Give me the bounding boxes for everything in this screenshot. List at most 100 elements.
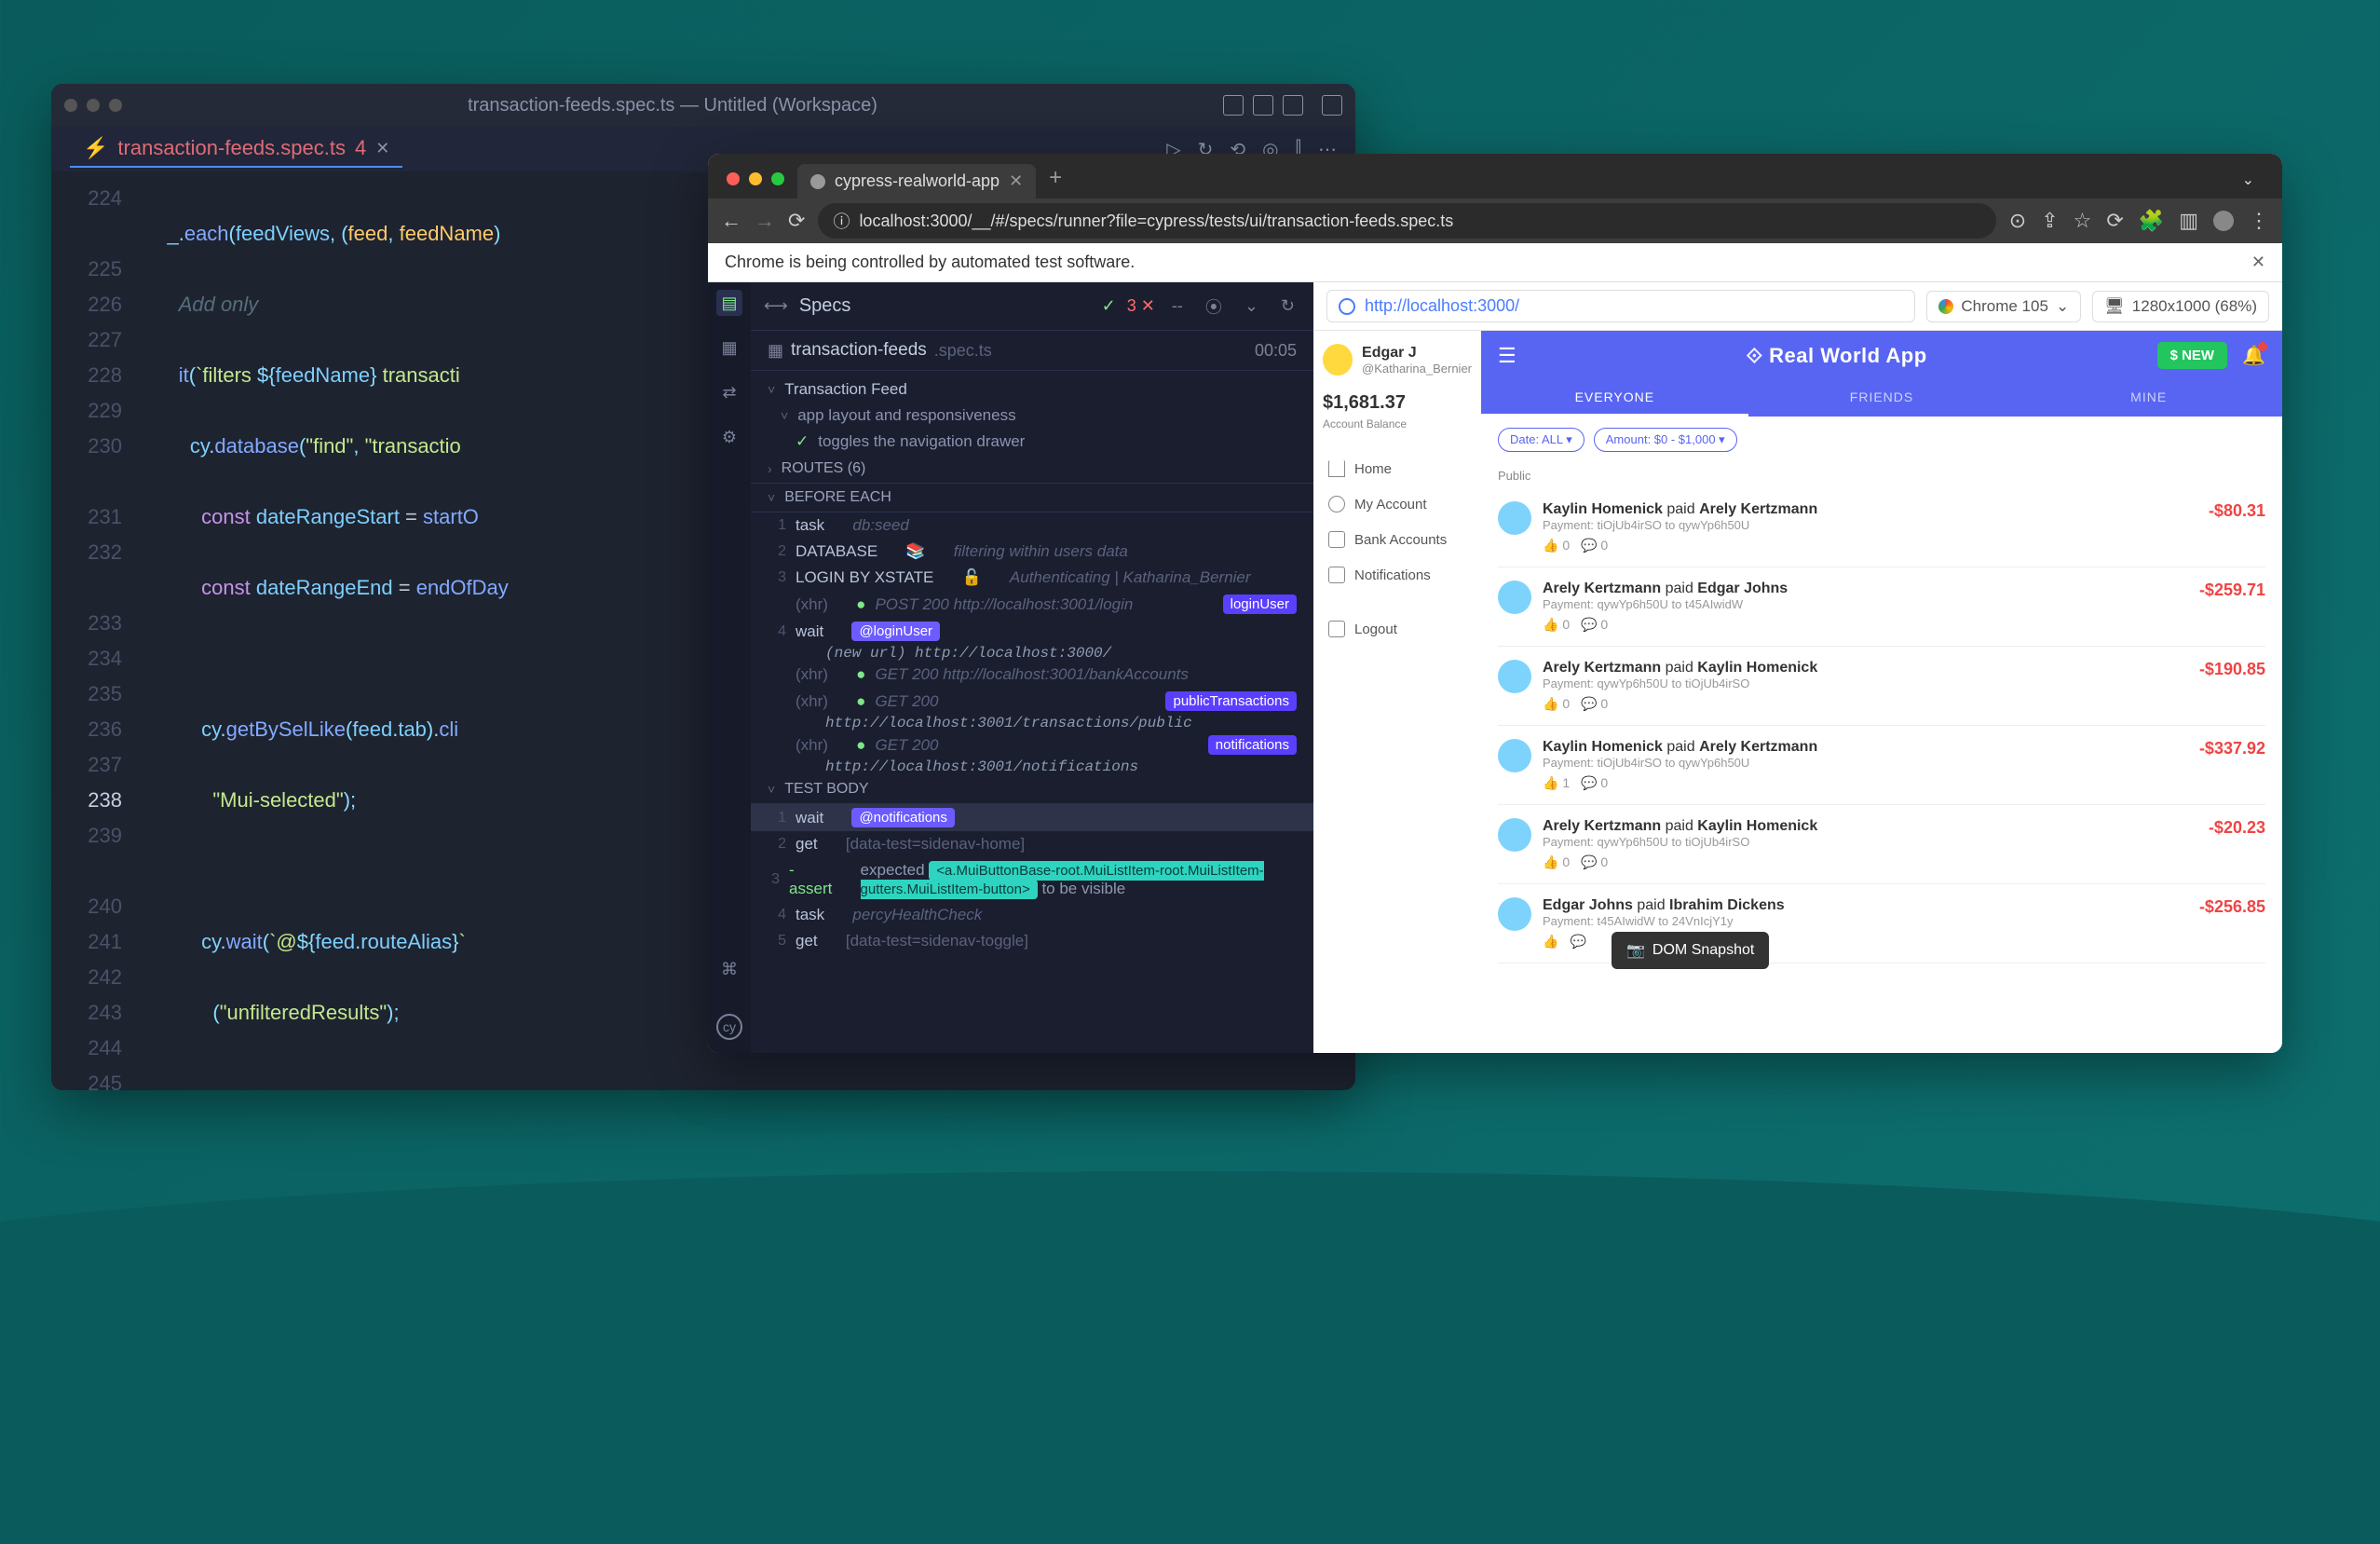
tx-amount: -$259.71 xyxy=(2199,581,2265,633)
xhr-row[interactable]: (xhr) ●POST 200 http://localhost:3001/lo… xyxy=(751,591,1313,618)
xhr-row[interactable]: (xhr) ●GET 200notifications xyxy=(751,731,1313,758)
update-icon[interactable]: ⟳ xyxy=(2106,209,2123,233)
debug-nav-icon[interactable]: ⇄ xyxy=(716,379,742,405)
command-log[interactable]: ˅Transaction Feed ˅app layout and respon… xyxy=(751,371,1313,1053)
close-dot[interactable] xyxy=(64,99,77,112)
comment-icon[interactable]: 💬 0 xyxy=(1581,538,1608,553)
browser-select[interactable]: Chrome 105⌄ xyxy=(1926,291,2081,322)
transaction-row[interactable]: Arely Kertzmann paid Kaylin Homenick Pay… xyxy=(1498,805,2265,884)
tab-everyone[interactable]: EVERYONE xyxy=(1481,380,1748,417)
user-handle: @Katharina_Bernier xyxy=(1362,362,1472,376)
alias-badge: @notifications xyxy=(851,808,954,827)
extension-icon[interactable]: 🧩 xyxy=(2139,209,2164,233)
min-dot[interactable] xyxy=(749,172,762,185)
before-each-section[interactable]: ˅BEFORE EACH xyxy=(751,484,1313,512)
tab-friends[interactable]: FRIENDS xyxy=(1748,380,2016,417)
like-icon[interactable]: 👍 0 xyxy=(1543,854,1570,870)
transaction-row[interactable]: Kaylin Homenick paid Arely Kertzmann Pay… xyxy=(1498,488,2265,567)
bookmark-icon[interactable]: ☆ xyxy=(2074,209,2092,233)
like-icon[interactable]: 👍 1 xyxy=(1543,775,1570,791)
date-filter[interactable]: Date: ALL ▾ xyxy=(1498,428,1584,452)
new-button[interactable]: $ NEW xyxy=(2157,342,2228,369)
specs-nav-icon[interactable]: ▤ xyxy=(716,290,742,316)
like-icon[interactable]: 👍 0 xyxy=(1543,696,1570,712)
new-tab-button[interactable]: + xyxy=(1036,157,1075,198)
context-row[interactable]: ˅app layout and responsiveness xyxy=(751,403,1313,429)
pending-icon: -- xyxy=(1166,296,1189,316)
address-bar[interactable]: ⓘ localhost:3000/__/#/specs/runner?file=… xyxy=(818,203,1995,239)
transaction-row[interactable]: Arely Kertzmann paid Edgar Johns Payment… xyxy=(1498,567,2265,647)
cmd-row[interactable]: 2get [data-test=sidenav-home] xyxy=(751,831,1313,857)
comment-icon[interactable]: 💬 xyxy=(1570,934,1585,950)
expand-icon[interactable]: ⌄ xyxy=(2227,161,2269,198)
collapse-icon[interactable]: ⟷ xyxy=(764,296,788,316)
forward-icon[interactable]: → xyxy=(755,209,775,233)
cypress-logo-icon[interactable]: cy xyxy=(716,1014,742,1040)
describe-row[interactable]: ˅Transaction Feed xyxy=(751,376,1313,403)
panel-icon[interactable] xyxy=(1253,95,1273,116)
cmd-row[interactable]: 1task db:seed xyxy=(751,512,1313,539)
preview-url-bar[interactable]: http://localhost:3000/ xyxy=(1326,290,1915,322)
routes-section[interactable]: ›ROUTES (6) xyxy=(751,455,1313,484)
comment-icon[interactable]: 💬 0 xyxy=(1581,854,1608,870)
restart-icon[interactable]: ↻ xyxy=(1275,296,1300,316)
menu-icon[interactable]: ⋮ xyxy=(2249,209,2269,233)
cmd-row[interactable]: 1wait @notifications xyxy=(751,804,1313,831)
runs-nav-icon[interactable]: ▦ xyxy=(716,335,742,361)
transaction-feed[interactable]: Kaylin Homenick paid Arely Kertzmann Pay… xyxy=(1481,488,2282,1053)
cmd-row[interactable]: 5get [data-test=sidenav-toggle] xyxy=(751,928,1313,954)
cmd-row[interactable]: 3LOGIN BY XSTATE 🔓 Authenticating | Kath… xyxy=(751,565,1313,591)
xhr-row[interactable]: (xhr) ●GET 200 http://localhost:3001/ban… xyxy=(751,662,1313,688)
sidebar-item-bank[interactable]: Bank Accounts xyxy=(1323,524,1472,555)
share-icon[interactable]: ⇪ xyxy=(2041,209,2058,233)
comment-icon[interactable]: 💬 0 xyxy=(1581,617,1608,633)
max-dot[interactable] xyxy=(771,172,784,185)
sidebar-item-home[interactable]: Home xyxy=(1323,453,1472,485)
like-icon[interactable]: 👍 0 xyxy=(1543,538,1570,553)
transaction-row[interactable]: Kaylin Homenick paid Arely Kertzmann Pay… xyxy=(1498,726,2265,805)
cmd-row[interactable]: 4wait @loginUser xyxy=(751,618,1313,645)
it-row[interactable]: ✓toggles the navigation drawer xyxy=(751,429,1313,455)
infobar-close-icon[interactable]: ✕ xyxy=(2251,253,2265,272)
chevron-down-icon[interactable]: ⌄ xyxy=(1239,296,1264,316)
user-avatar[interactable] xyxy=(1323,344,1353,376)
min-dot[interactable] xyxy=(87,99,100,112)
profile-icon[interactable] xyxy=(2213,211,2234,231)
assert-row[interactable]: 3-assert expected <a.MuiButtonBase-root.… xyxy=(751,857,1313,902)
transaction-row[interactable]: Arely Kertzmann paid Kaylin Homenick Pay… xyxy=(1498,647,2265,726)
max-dot[interactable] xyxy=(109,99,122,112)
like-icon[interactable]: 👍 xyxy=(1543,934,1558,950)
sidebar-item-account[interactable]: My Account xyxy=(1323,488,1472,520)
spec-file-row[interactable]: ▦ transaction-feeds.spec.ts 00:05 xyxy=(751,331,1313,371)
payer-avatar xyxy=(1498,660,1531,693)
panel-icon[interactable]: ▥ xyxy=(2179,209,2198,233)
keyboard-icon[interactable]: ⌘ xyxy=(716,956,742,982)
sidebar-item-logout[interactable]: Logout xyxy=(1323,613,1472,645)
browser-tab[interactable]: cypress-realworld-app ✕ xyxy=(797,164,1036,198)
comment-icon[interactable]: 💬 0 xyxy=(1581,696,1608,712)
back-icon[interactable]: ← xyxy=(721,209,741,233)
sidebar-icon[interactable] xyxy=(1283,95,1303,116)
customize-icon[interactable] xyxy=(1322,95,1342,116)
notification-bell-icon[interactable]: 🔔 xyxy=(2242,344,2265,367)
settings-nav-icon[interactable]: ⚙ xyxy=(716,424,742,450)
sidebar-item-notifications[interactable]: Notifications xyxy=(1323,559,1472,591)
viewport-select[interactable]: 🖥1280x1000 (68%) xyxy=(2092,291,2269,322)
cmd-row[interactable]: 4task percyHealthCheck xyxy=(751,902,1313,928)
comment-icon[interactable]: 💬 0 xyxy=(1581,775,1608,791)
menu-icon[interactable]: ☰ xyxy=(1498,344,1516,368)
layout-icon[interactable] xyxy=(1223,95,1244,116)
tab-close-icon[interactable]: ✕ xyxy=(375,139,389,158)
like-icon[interactable]: 👍 0 xyxy=(1543,617,1570,633)
file-tab[interactable]: ⚡ transaction-feeds.spec.ts 4 ✕ xyxy=(70,130,402,168)
tab-close-icon[interactable]: ✕ xyxy=(1009,171,1023,191)
amount-filter[interactable]: Amount: $0 - $1,000 ▾ xyxy=(1594,428,1737,452)
reload-icon[interactable]: ⟳ xyxy=(788,209,805,233)
cmd-row[interactable]: 2DATABASE 📚 filtering within users data xyxy=(751,539,1313,565)
close-dot[interactable] xyxy=(727,172,740,185)
tab-mine[interactable]: MINE xyxy=(2015,380,2282,417)
search-icon[interactable]: ⊙ xyxy=(2009,209,2026,233)
test-body-section[interactable]: ˅TEST BODY xyxy=(751,775,1313,804)
xhr-row[interactable]: (xhr) ●GET 200publicTransactions xyxy=(751,688,1313,715)
pause-icon[interactable]: ⦿ xyxy=(1200,294,1228,319)
